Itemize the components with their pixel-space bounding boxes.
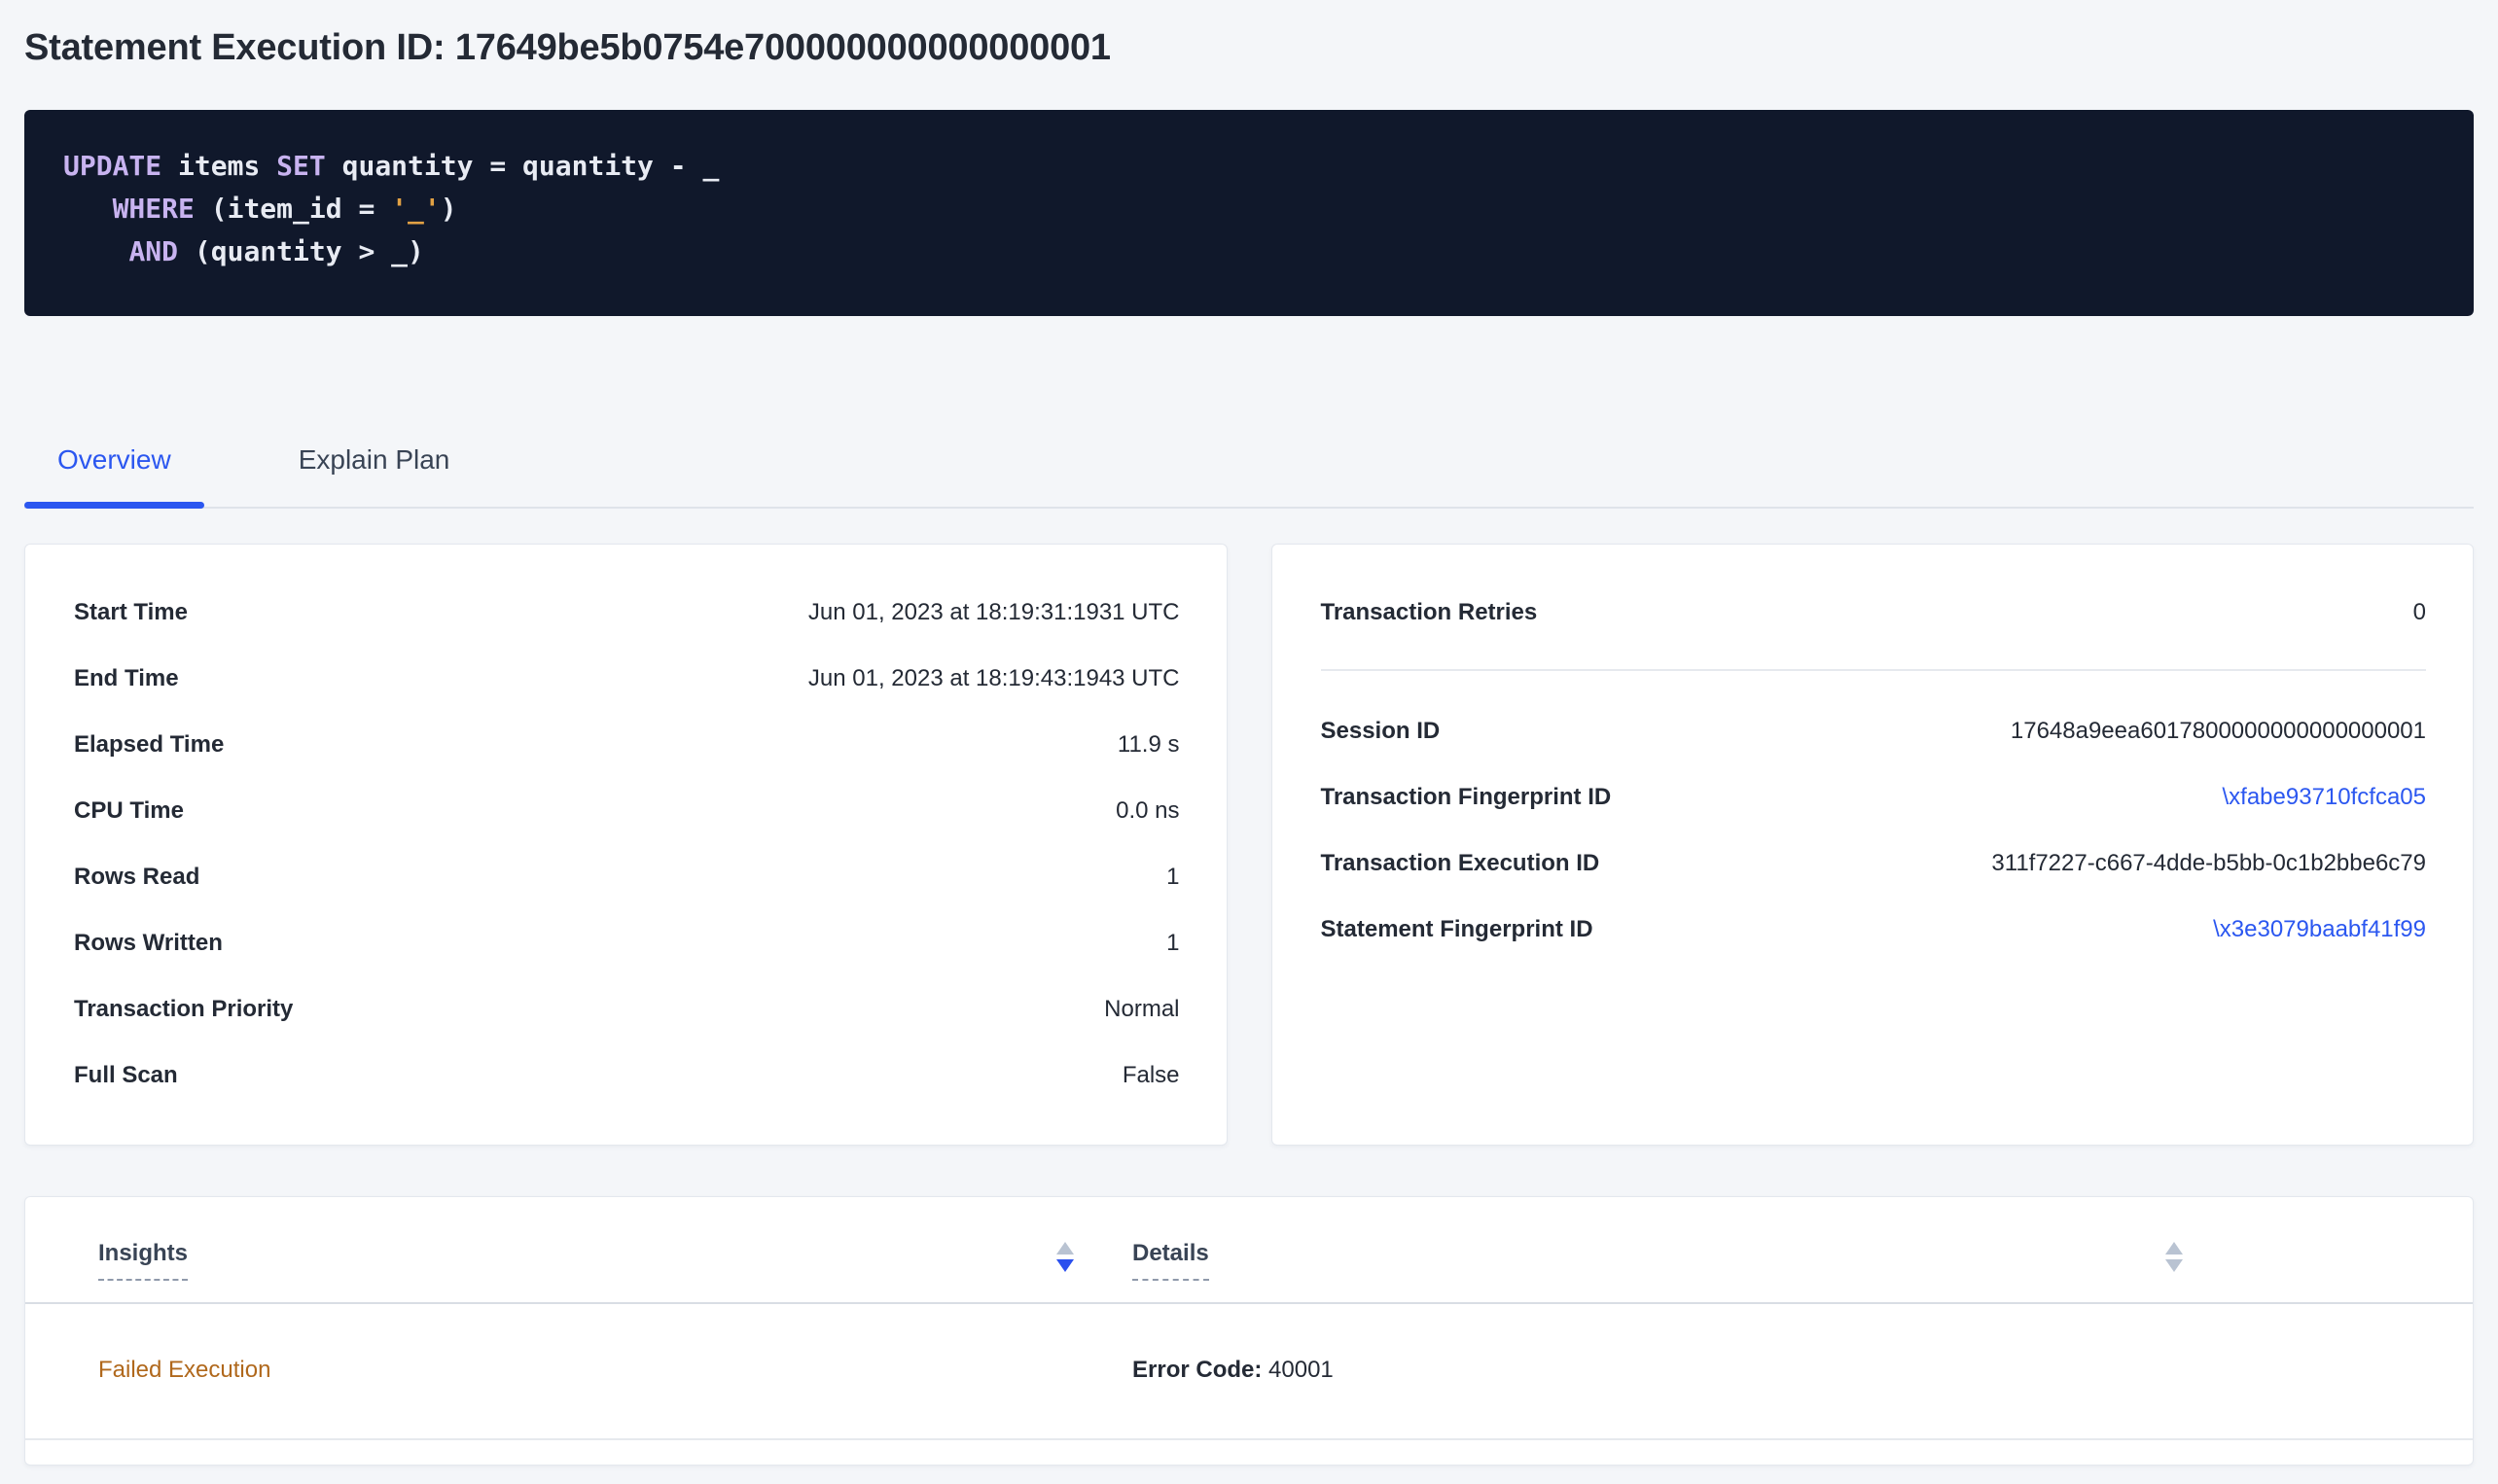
table-footer-space [25, 1440, 2473, 1465]
stat-value: False [1123, 1062, 1180, 1089]
insights-table: Insights Details Failed Execution Error … [24, 1196, 2474, 1466]
stat-row: Start Time Jun 01, 2023 at 18:19:31:1931… [74, 599, 1180, 626]
stat-label: Transaction Fingerprint ID [1321, 784, 1612, 811]
sql-keyword: AND [128, 235, 178, 267]
stat-label: Rows Written [74, 930, 223, 957]
sql-keyword: WHERE [113, 193, 195, 225]
sql-line: WHERE (item_id = '_') [63, 188, 2435, 230]
stat-value: 1 [1166, 930, 1179, 957]
sql-token: ) [441, 193, 457, 225]
stat-row: Statement Fingerprint ID \x3e3079baabf41… [1321, 916, 2427, 943]
sql-keyword: SET [276, 150, 326, 182]
insights-column-label: Insights [98, 1240, 188, 1281]
detail-text: Error Code: 40001 [1132, 1357, 1334, 1384]
stat-row: Session ID 17648a9eea6017800000000000000… [1321, 718, 2427, 745]
column-header-insights[interactable]: Insights [98, 1240, 1132, 1302]
sort-icon-insights[interactable] [1056, 1242, 1074, 1272]
detail-cards: Start Time Jun 01, 2023 at 18:19:31:1931… [24, 544, 2474, 1146]
transaction-card: Transaction Retries 0 Session ID 17648a9… [1271, 544, 2475, 1146]
stat-label: Start Time [74, 599, 188, 626]
tab-bar: Overview Explain Plan [24, 423, 2474, 509]
stat-row: Transaction Priority Normal [74, 996, 1180, 1023]
table-row: Failed Execution Error Code: 40001 [25, 1304, 2473, 1440]
sql-line: AND (quantity > _) [63, 230, 2435, 273]
tab-overview[interactable]: Overview [24, 423, 204, 507]
stat-label: Statement Fingerprint ID [1321, 916, 1593, 943]
insights-table-header: Insights Details [25, 1197, 2473, 1304]
details-column-label: Details [1132, 1240, 1209, 1281]
stat-label: Transaction Retries [1321, 599, 1538, 626]
error-code-label: Error Code: [1132, 1357, 1262, 1383]
statement-execution-page: Statement Execution ID: 17649be5b0754e70… [0, 0, 2498, 1466]
sql-token: items [161, 150, 276, 182]
stat-value: 11.9 s [1118, 731, 1180, 759]
stat-row: Rows Written 1 [74, 930, 1180, 957]
stat-value: 0 [2413, 599, 2426, 626]
column-header-details[interactable]: Details [1132, 1240, 2183, 1302]
stat-label: Transaction Priority [74, 996, 293, 1023]
sort-down-icon [2165, 1259, 2183, 1272]
overview-card: Start Time Jun 01, 2023 at 18:19:31:1931… [24, 544, 1228, 1146]
details-cell: Error Code: 40001 [1132, 1357, 2183, 1438]
stat-row: End Time Jun 01, 2023 at 18:19:43:1943 U… [74, 665, 1180, 692]
stat-row: Full Scan False [74, 1062, 1180, 1089]
stat-label: Full Scan [74, 1062, 178, 1089]
stat-row: Rows Read 1 [74, 864, 1180, 891]
transaction-execution-id-value: 311f7227-c667-4dde-b5bb-0c1b2bbe6c79 [1991, 850, 2426, 877]
sort-icon-details[interactable] [2165, 1242, 2183, 1272]
stat-value: Normal [1104, 996, 1179, 1023]
sort-up-icon [2165, 1242, 2183, 1254]
sql-indent [63, 235, 128, 267]
sql-token: (quantity > _) [178, 235, 424, 267]
stat-label: Transaction Execution ID [1321, 850, 1600, 877]
stat-row: Transaction Fingerprint ID \xfabe93710fc… [1321, 784, 2427, 811]
sort-down-icon [1056, 1259, 1074, 1272]
session-id-value: 17648a9eea6017800000000000000001 [2011, 718, 2426, 745]
sql-token: (item_id = [195, 193, 391, 225]
tab-explain-plan[interactable]: Explain Plan [266, 423, 483, 507]
sql-keyword: UPDATE [63, 150, 161, 182]
error-code-value: 40001 [1268, 1357, 1334, 1383]
sql-indent [63, 193, 113, 225]
stat-value: 1 [1166, 864, 1179, 891]
stat-value: Jun 01, 2023 at 18:19:43:1943 UTC [808, 665, 1180, 692]
stat-label: End Time [74, 665, 179, 692]
stat-row: Transaction Execution ID 311f7227-c667-4… [1321, 850, 2427, 877]
sql-string-literal: '_' [391, 193, 441, 225]
stat-row: Elapsed Time 11.9 s [74, 731, 1180, 759]
insight-cell: Failed Execution [98, 1357, 1132, 1438]
stat-value: Jun 01, 2023 at 18:19:31:1931 UTC [808, 599, 1180, 626]
stat-value: 0.0 ns [1116, 797, 1179, 825]
sql-line: UPDATE items SET quantity = quantity - _ [63, 145, 2435, 188]
divider [1321, 669, 2427, 671]
sql-statement-box: UPDATE items SET quantity = quantity - _… [24, 110, 2474, 316]
statement-fingerprint-link[interactable]: \x3e3079baabf41f99 [2213, 916, 2426, 943]
transaction-fingerprint-link[interactable]: \xfabe93710fcfca05 [2223, 784, 2427, 811]
stat-label: Elapsed Time [74, 731, 224, 759]
stat-row: Transaction Retries 0 [1321, 599, 2427, 626]
stat-label: CPU Time [74, 797, 184, 825]
stat-label: Session ID [1321, 718, 1441, 745]
stat-label: Rows Read [74, 864, 199, 891]
sort-up-icon [1056, 1242, 1074, 1254]
sql-token: quantity = quantity - _ [326, 150, 720, 182]
page-title: Statement Execution ID: 17649be5b0754e70… [24, 0, 2474, 70]
stat-row: CPU Time 0.0 ns [74, 797, 1180, 825]
insight-type: Failed Execution [98, 1357, 270, 1384]
